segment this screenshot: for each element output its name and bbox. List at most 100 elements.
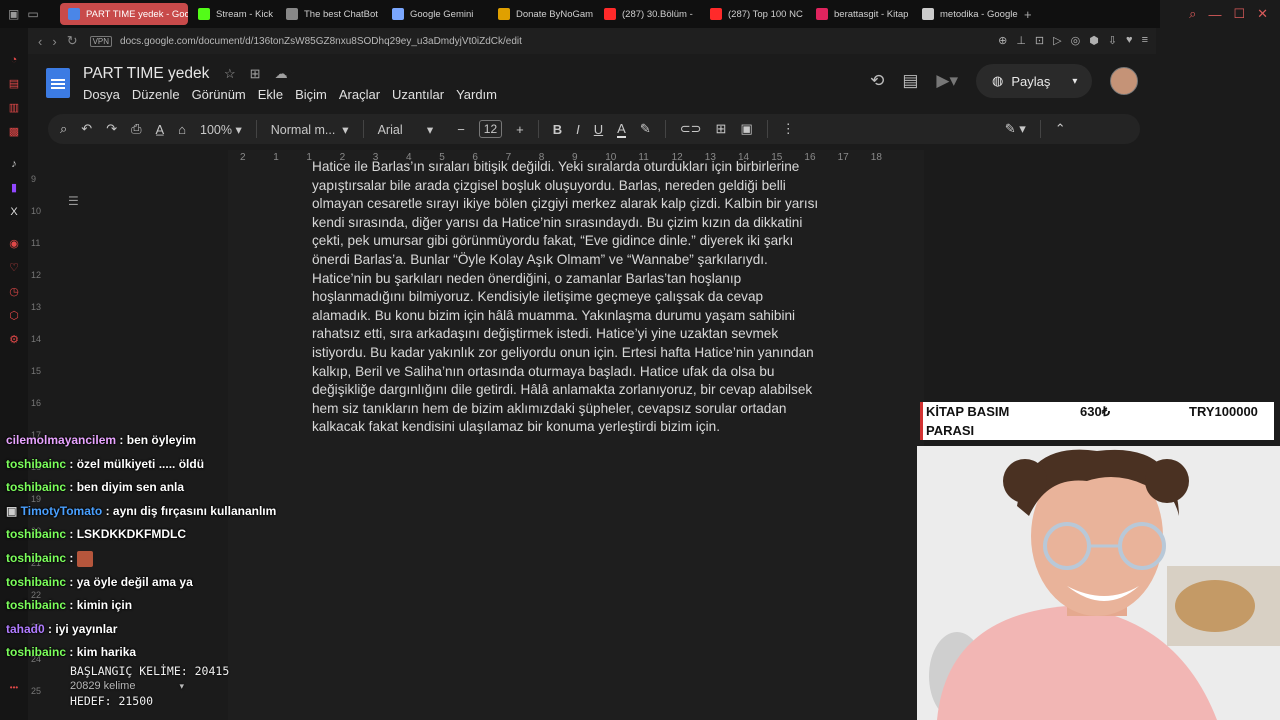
menu-item[interactable]: Görünüm [192, 87, 246, 102]
browser-tab[interactable]: PART TIME yedek - Goog [60, 3, 188, 25]
font-select[interactable]: Arial ▾ [378, 122, 434, 137]
chat-message-text: ben öyleyim [126, 433, 197, 447]
browser-tab[interactable]: metodika - Google [914, 3, 1018, 25]
spellcheck-icon[interactable]: A̲ [156, 122, 165, 137]
vertical-ruler-label: 15 [31, 366, 42, 376]
comments-icon[interactable]: ▤ [902, 71, 918, 91]
meet-icon[interactable]: ▶▾ [936, 71, 958, 91]
docs-header: PART TIME yedek ☆ ⊞ ☁ Dosya Düzenle Görünü… [28, 54, 1156, 110]
link-icon[interactable]: ⊂⊃ [680, 121, 702, 137]
browser-tab[interactable]: The best ChatBot [278, 3, 382, 25]
text-color-icon[interactable]: A [617, 121, 626, 138]
chat-message-text: iyi yayınlar [55, 621, 118, 636]
shop-icon[interactable]: ▤ [8, 78, 20, 90]
menu-item[interactable]: Yardım [456, 87, 497, 102]
collapse-menus-icon[interactable]: ⌃ [1055, 121, 1066, 137]
camera-icon[interactable]: ◎ [1071, 34, 1081, 47]
menu-item[interactable]: Dosya [83, 87, 120, 102]
browser-tab[interactable]: Stream - Kick [190, 3, 276, 25]
star-icon[interactable]: ☆ [224, 66, 236, 82]
extensions-icon[interactable]: ⬡ [8, 310, 20, 322]
new-tab-button[interactable]: + [1024, 7, 1032, 22]
snapshot-icon[interactable]: ⊡ [1035, 34, 1044, 47]
document-outline-icon[interactable]: ☰ [68, 194, 79, 208]
editing-mode-icon[interactable]: ✎ ▾ [1005, 121, 1026, 137]
formatting-toolbar: ⌕ ↶ ↷ ⎙ A̲ ⌂ 100% ▾ Normal m... ▾ Arial … [48, 114, 1140, 144]
tiktok-icon[interactable]: ♪ [8, 158, 20, 170]
chat-message-text: özel mülkiyeti ..... öldü [76, 456, 205, 471]
wallet-icon[interactable]: ▥ [8, 102, 20, 114]
play-icon[interactable]: ▷ [1053, 34, 1061, 47]
tab-label: Stream - Kick [216, 8, 274, 20]
heart-icon[interactable]: ♥ [1126, 34, 1133, 47]
decrease-font-icon[interactable]: − [457, 122, 465, 137]
settings-icon[interactable]: ⚙ [8, 334, 20, 346]
tab-favicon-icon [286, 8, 298, 20]
reload-icon[interactable]: ↻ [67, 33, 78, 49]
menu-item[interactable]: Ekle [258, 87, 283, 102]
chat-username: toshibainc [6, 598, 67, 613]
browser-tab[interactable]: (287) Top 100 NC [702, 3, 806, 25]
player-icon[interactable]: ◉ [8, 238, 20, 250]
maximize-icon[interactable]: ☐ [1233, 6, 1245, 22]
search-menus-icon[interactable]: ⌕ [60, 121, 67, 137]
style-select[interactable]: Normal m... ▾ [271, 122, 349, 137]
bookmark-icon[interactable]: ♡ [8, 262, 20, 274]
browser-tab[interactable]: Donate ByNoGam [490, 3, 594, 25]
underline-icon[interactable]: U [594, 122, 603, 137]
search-icon[interactable]: ⌕ [1189, 6, 1196, 22]
zoom-select[interactable]: 100% ▾ [200, 122, 242, 137]
menu-item[interactable]: Araçlar [339, 87, 380, 102]
paint-format-icon[interactable]: ⌂ [178, 122, 186, 137]
browser-tab[interactable]: Google Gemini [384, 3, 488, 25]
more-options-icon[interactable]: ⋮ [782, 121, 795, 137]
docs-logo-icon[interactable] [46, 68, 70, 98]
print-icon[interactable]: ⎙ [131, 121, 141, 137]
tab-favicon-icon [392, 8, 404, 20]
close-icon[interactable]: ✕ [1257, 6, 1268, 22]
font-size-input[interactable]: 12 [478, 120, 503, 138]
pin-icon[interactable]: ⊥ [1016, 34, 1026, 47]
minimize-icon[interactable]: — [1208, 7, 1221, 22]
italic-icon[interactable]: I [576, 122, 580, 137]
aria-icon[interactable]: ◔ [8, 54, 20, 66]
move-folder-icon[interactable]: ⊞ [250, 66, 261, 82]
zoom-icon[interactable]: ⊕ [998, 34, 1007, 47]
share-button[interactable]: ◍ Paylaş ▾ [976, 64, 1092, 98]
vpn-badge[interactable]: VPN [89, 35, 113, 47]
url-field[interactable]: docs.google.com/document/d/136tonZsW85GZ… [120, 36, 522, 47]
add-comment-icon[interactable]: ⊞ [716, 121, 727, 137]
x-icon[interactable]: X [8, 206, 20, 218]
browser-tab[interactable]: berattasgit - Kitap [808, 3, 912, 25]
history-icon[interactable]: ◷ [8, 286, 20, 298]
document-body-text[interactable]: Hatice ile Barlas’ın sıraları bitişik de… [312, 158, 842, 437]
word-count-indicator[interactable]: 20829 kelime ▾ [70, 679, 229, 694]
download-icon[interactable]: ⇩ [1108, 34, 1117, 47]
chat-separator: : [66, 598, 77, 613]
menu-item[interactable]: Uzantılar [392, 87, 444, 102]
bold-icon[interactable]: B [553, 122, 562, 137]
forward-icon[interactable]: › [52, 34, 56, 49]
mail-icon[interactable]: ▩ [8, 126, 20, 138]
redo-icon[interactable]: ↷ [106, 121, 117, 137]
undo-icon[interactable]: ↶ [81, 121, 92, 137]
avatar[interactable] [1110, 67, 1138, 95]
twitch-icon[interactable]: ▮ [8, 182, 20, 194]
version-history-icon[interactable]: ⟲ [870, 71, 884, 91]
extension-icon[interactable]: ⬢ [1089, 34, 1099, 47]
highlight-icon[interactable]: ✎ [640, 121, 651, 137]
increase-font-icon[interactable]: + [516, 122, 524, 137]
menu-icon[interactable]: ≡ [1142, 34, 1148, 47]
chat-username: cilemolmayancilem [6, 433, 117, 447]
menu-item[interactable]: Biçim [295, 87, 327, 102]
tab-menu-icon[interactable]: ▭ [27, 7, 38, 21]
workspaces-icon[interactable]: ▣ [8, 7, 19, 21]
back-icon[interactable]: ‹ [38, 34, 42, 49]
browser-tab[interactable]: (287) 30.Bölüm - [596, 3, 700, 25]
menu-item[interactable]: Düzenle [132, 87, 180, 102]
cloud-status-icon[interactable]: ☁ [275, 66, 288, 82]
stream-chat-overlay: cilemolmayancilem : ben öyleyim toshibain… [0, 431, 300, 667]
document-title[interactable]: PART TIME yedek [83, 65, 209, 83]
more-icon[interactable]: ••• [8, 682, 20, 694]
insert-image-icon[interactable]: ▣ [740, 121, 752, 137]
